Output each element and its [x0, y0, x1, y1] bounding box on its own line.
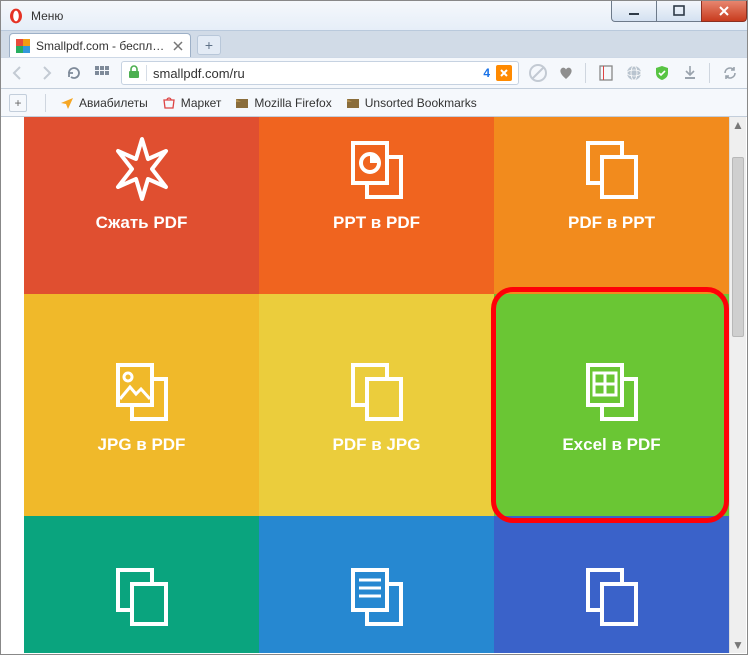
browser-tab[interactable]: Smallpdf.com - бесплатно: [9, 33, 191, 57]
speed-dial-icon[interactable]: [93, 64, 111, 82]
bookmark-label: Маркет: [181, 96, 222, 110]
extension-divider: [585, 63, 587, 83]
tile-label: JPG в PDF: [98, 435, 186, 455]
forward-button[interactable]: [37, 64, 55, 82]
tile-row3-c[interactable]: [494, 516, 729, 653]
ppt-to-pdf-icon: [341, 133, 413, 205]
window-titlebar: Меню: [1, 1, 747, 31]
tab-title: Smallpdf.com - бесплатно: [36, 39, 166, 53]
shield-icon[interactable]: [653, 64, 671, 82]
close-button[interactable]: [701, 1, 747, 22]
url-text: smallpdf.com/ru: [153, 66, 477, 81]
compress-icon: [106, 133, 178, 205]
pdf-to-ppt-icon: [576, 133, 648, 205]
download-icon[interactable]: [681, 64, 699, 82]
jpg-to-pdf-icon: [106, 355, 178, 427]
tile-pdf-to-jpg[interactable]: PDF в JPG: [259, 294, 494, 516]
doc-stack-icon: [576, 560, 648, 632]
menu-button[interactable]: Меню: [31, 9, 63, 23]
maximize-button[interactable]: [656, 1, 702, 22]
address-bar[interactable]: smallpdf.com/ru 4: [121, 61, 519, 85]
opera-logo-icon: [7, 7, 25, 25]
back-button[interactable]: [9, 64, 27, 82]
scroll-down-button[interactable]: ▼: [730, 637, 746, 653]
tab-strip: Smallpdf.com - бесплатно +: [1, 31, 747, 57]
tile-compress-pdf[interactable]: Сжать PDF: [24, 117, 259, 294]
notes-icon[interactable]: [597, 64, 615, 82]
tile-label: Сжать PDF: [96, 213, 188, 233]
bookmark-market[interactable]: Маркет: [162, 96, 222, 110]
scrollbar-thumb[interactable]: [732, 157, 744, 337]
adblock-icon[interactable]: [496, 65, 512, 81]
tool-grid: Сжать PDF PPT в PDF PDF в PPT: [24, 117, 729, 653]
toolbar-separator: [709, 63, 711, 83]
excel-to-pdf-icon: [576, 355, 648, 427]
bookmarks-separator: [45, 94, 46, 112]
smallpdf-favicon-icon: [16, 39, 30, 53]
globe-icon[interactable]: [625, 64, 643, 82]
noscript-icon[interactable]: [529, 64, 547, 82]
doc-lines-icon: [341, 560, 413, 632]
reload-button[interactable]: [65, 64, 83, 82]
window-controls: [612, 1, 747, 22]
tile-jpg-to-pdf[interactable]: JPG в PDF: [24, 294, 259, 516]
bookmark-aviabilety[interactable]: Авиабилеты: [60, 96, 148, 110]
tab-close-icon[interactable]: [172, 40, 184, 52]
tile-pdf-to-ppt[interactable]: PDF в PPT: [494, 117, 729, 294]
page-viewport: Сжать PDF PPT в PDF PDF в PPT: [2, 117, 729, 653]
bookmark-unsorted[interactable]: Unsorted Bookmarks: [346, 96, 477, 110]
tile-row3-a[interactable]: [24, 516, 259, 653]
new-tab-button[interactable]: +: [197, 35, 221, 55]
blocked-count-badge: 4: [483, 66, 490, 80]
add-bookmark-button[interactable]: +: [9, 94, 27, 112]
bookmark-label: Авиабилеты: [79, 96, 148, 110]
bookmark-label: Mozilla Firefox: [254, 96, 331, 110]
tile-label: Excel в PDF: [562, 435, 660, 455]
bookmark-mozilla[interactable]: Mozilla Firefox: [235, 96, 331, 110]
tile-row3-b[interactable]: [259, 516, 494, 653]
bookmark-label: Unsorted Bookmarks: [365, 96, 477, 110]
navigation-toolbar: smallpdf.com/ru 4: [1, 57, 747, 89]
scroll-up-button[interactable]: ▲: [730, 117, 746, 133]
sync-icon[interactable]: [721, 64, 739, 82]
tile-label: PDF в JPG: [333, 435, 421, 455]
toolbar-extensions: [529, 63, 739, 83]
doc-stack-icon: [106, 560, 178, 632]
favorite-icon[interactable]: [557, 64, 575, 82]
tile-label: PDF в PPT: [568, 213, 655, 233]
minimize-button[interactable]: [611, 1, 657, 22]
addressbar-separator: [146, 65, 147, 81]
tile-label: PPT в PDF: [333, 213, 420, 233]
vertical-scrollbar[interactable]: ▲ ▼: [729, 117, 746, 653]
bookmarks-bar: + Авиабилеты Маркет Mozilla Firefox Unso…: [1, 89, 747, 117]
lock-icon: [128, 65, 140, 82]
pdf-to-jpg-icon: [341, 355, 413, 427]
tile-excel-to-pdf[interactable]: Excel в PDF: [494, 294, 729, 516]
tile-ppt-to-pdf[interactable]: PPT в PDF: [259, 117, 494, 294]
